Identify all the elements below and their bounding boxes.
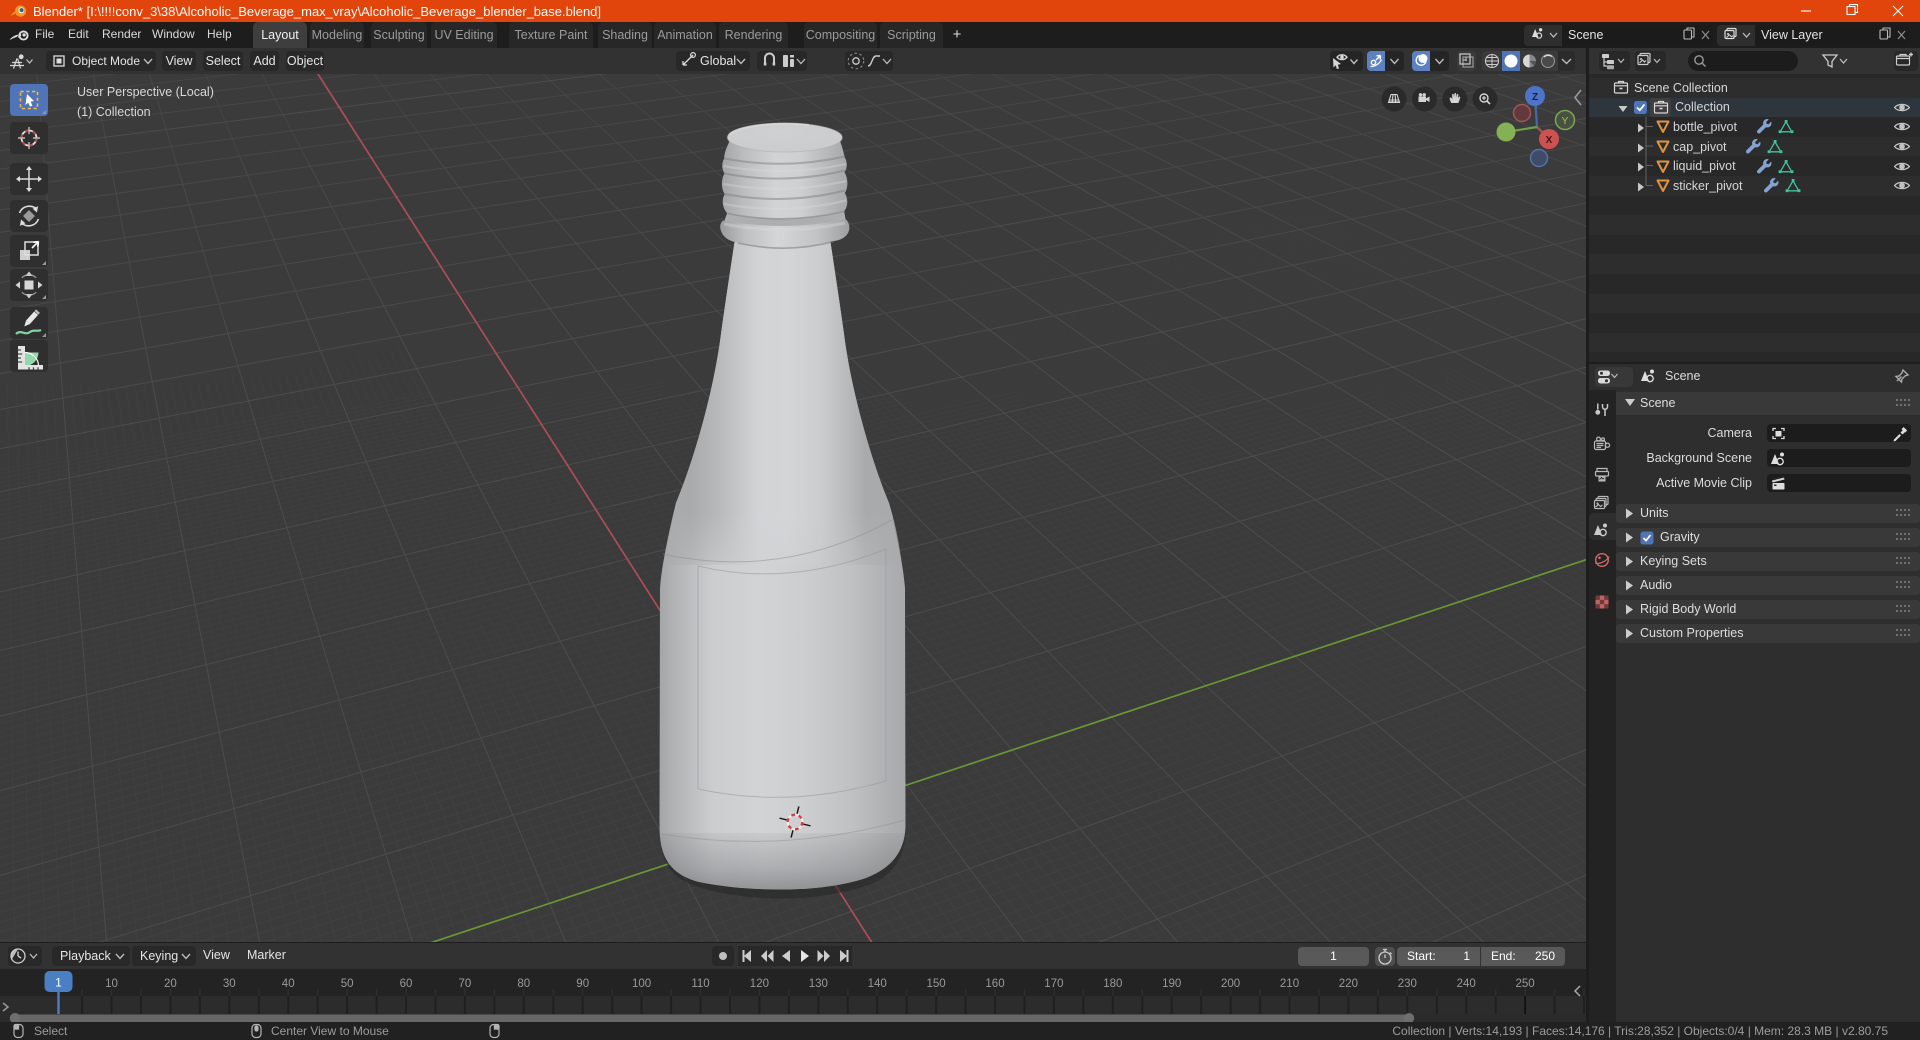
svg-text:130: 130 <box>809 978 828 990</box>
svg-text:1: 1 <box>55 976 62 990</box>
svg-text:170: 170 <box>1044 978 1063 990</box>
svg-text:60: 60 <box>400 978 413 990</box>
svg-text:User Perspective (Local): User Perspective (Local) <box>77 85 214 99</box>
svg-text:180: 180 <box>1103 978 1122 990</box>
svg-text:190: 190 <box>1162 978 1181 990</box>
svg-text:X: X <box>1546 135 1553 146</box>
svg-text:240: 240 <box>1457 978 1476 990</box>
svg-text:200: 200 <box>1221 978 1240 990</box>
svg-text:210: 210 <box>1280 978 1299 990</box>
svg-text:80: 80 <box>517 978 530 990</box>
svg-text:220: 220 <box>1339 978 1358 990</box>
svg-text:10: 10 <box>105 978 118 990</box>
svg-text:250: 250 <box>1516 978 1535 990</box>
svg-text:20: 20 <box>164 978 177 990</box>
svg-text:150: 150 <box>927 978 946 990</box>
svg-text:30: 30 <box>223 978 236 990</box>
svg-text:90: 90 <box>576 978 589 990</box>
svg-text:160: 160 <box>985 978 1004 990</box>
svg-text:Z: Z <box>1532 92 1538 103</box>
svg-text:70: 70 <box>459 978 472 990</box>
svg-text:140: 140 <box>868 978 887 990</box>
svg-text:40: 40 <box>282 978 295 990</box>
svg-text:120: 120 <box>750 978 769 990</box>
svg-text:50: 50 <box>341 978 354 990</box>
svg-text:Y: Y <box>1562 116 1569 127</box>
svg-text:110: 110 <box>691 978 709 990</box>
svg-text:100: 100 <box>632 978 651 990</box>
svg-text:230: 230 <box>1398 978 1417 990</box>
svg-text:(1) Collection: (1) Collection <box>77 105 151 119</box>
